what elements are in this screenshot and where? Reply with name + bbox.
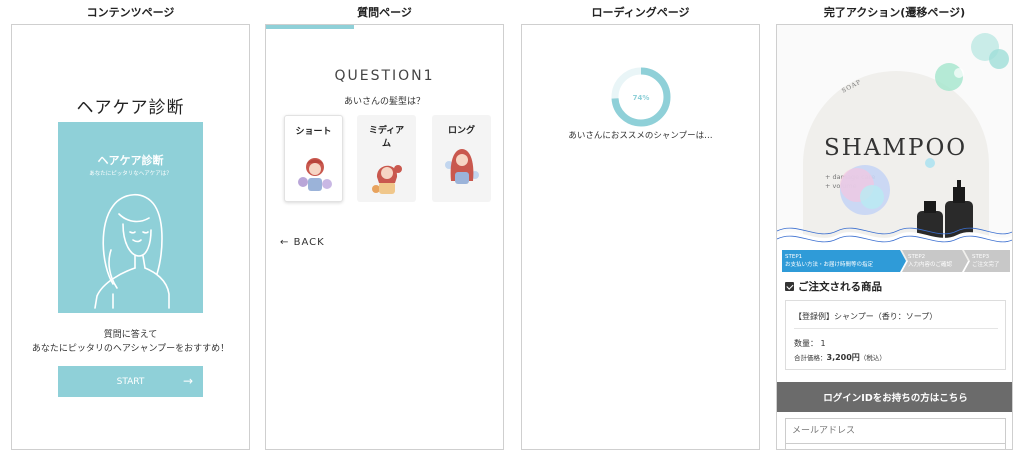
item-name: 【登録例】シャンプー（香り：ソープ） <box>794 312 938 321</box>
loading-page: 74% あいさんにおススメのシャンプーは… <box>521 24 760 450</box>
step1-number: STEP1 <box>785 254 803 260</box>
loading-text: あいさんにおススメのシャンプーは… <box>568 131 713 141</box>
product-hero: SOAP SHAMPOO + damage care + volume <box>777 25 1012 261</box>
arrow-left-icon: ← <box>280 237 290 248</box>
email-input[interactable] <box>785 418 1006 444</box>
step3-number: STEP3 <box>972 254 990 260</box>
total-value: 3,200円 <box>826 353 860 362</box>
caption-loading: ローディングページ <box>591 6 690 19</box>
woman-line-illustration-icon <box>94 193 170 309</box>
question-text: あいさんの髪型は？ <box>343 97 425 107</box>
order-heading: ご注文される商品 <box>785 279 882 294</box>
back-button[interactable]: ← BACK <box>280 237 325 248</box>
checkbox-icon <box>785 282 794 291</box>
start-label: START <box>116 376 145 387</box>
step2-number: STEP2 <box>908 254 926 260</box>
arrow-right-icon: → <box>182 374 193 388</box>
divider <box>794 328 998 329</box>
progress-bar <box>266 25 354 29</box>
start-button[interactable]: START → <box>58 366 203 397</box>
option-label: ミディア ム <box>368 126 405 149</box>
total-price: 合計価格：3,200円（税込） <box>794 352 886 363</box>
card-title: ヘアケア診断 <box>97 154 164 167</box>
step1: STEP1 お支払い方法・お届け時間等の指定 <box>785 253 873 269</box>
complete-page: SOAP SHAMPOO + damage care + volume <box>776 24 1013 450</box>
login-button[interactable]: ログインIDをお持ちの方はこちら <box>777 382 1012 412</box>
option-long[interactable]: ロング <box>432 115 491 202</box>
password-input[interactable] <box>785 443 1006 449</box>
step1-label: お支払い方法・お届け時間等の指定 <box>785 262 874 268</box>
medium-hair-girl-icon <box>372 165 402 194</box>
question-label: QUESTION1 <box>334 68 435 84</box>
page-title: ヘアケア診断 <box>76 98 185 118</box>
storyboard: コンテンツページ 質問ページ ローディングページ 完了アクション(遷移ページ) … <box>0 0 1024 456</box>
description-line2: あなたにピッタリのヘアシャンプーをおすすめ！ <box>31 344 230 354</box>
question-page: QUESTION1 あいさんの髪型は？ ショート ミディア ム ロング ← BA… <box>265 24 504 450</box>
bubbles-and-bottles-icon <box>777 33 1012 250</box>
step2: STEP2 入力内容のご確認 <box>908 253 952 269</box>
order-heading-text: ご注文される商品 <box>798 281 882 293</box>
back-label: BACK <box>293 237 325 248</box>
step3-label: ご注文完了 <box>972 262 1000 268</box>
item-quantity: 数量： 1 <box>794 339 826 348</box>
short-hair-girl-icon <box>298 158 332 191</box>
content-page: ヘアケア診断 ヘアケア診断 あなたにピッタリなヘアケアは？ 質問に答えて あなた… <box>11 24 250 450</box>
checkout-steps: STEP1 お支払い方法・お届け時間等の指定 STEP2 入力内容のご確認 ST… <box>782 250 1010 272</box>
option-short[interactable]: ショート <box>284 115 343 202</box>
caption-question: 質問ページ <box>357 6 412 19</box>
step3: STEP3 ご注文完了 <box>972 253 1000 269</box>
long-hair-girl-icon <box>445 149 479 184</box>
caption-complete: 完了アクション(遷移ページ) <box>823 6 966 19</box>
order-summary-box: 【登録例】シャンプー（香り：ソープ） 数量： 1 合計価格：3,200円（税込） <box>785 300 1006 370</box>
tax-note: （税込） <box>859 354 886 362</box>
caption-content: コンテンツページ <box>86 6 175 19</box>
hero-card: ヘアケア診断 あなたにピッタリなヘアケアは？ <box>58 122 203 313</box>
option-label: ショート <box>295 127 332 137</box>
option-medium[interactable]: ミディア ム <box>357 115 416 202</box>
description-line1: 質問に答えて <box>103 330 158 340</box>
card-subtitle: あなたにピッタリなヘアケアは？ <box>89 171 172 177</box>
step2-label: 入力内容のご確認 <box>908 262 953 268</box>
loading-percent: 74% <box>632 94 650 102</box>
total-label: 合計価格： <box>794 354 827 362</box>
option-label: ロング <box>447 126 475 136</box>
